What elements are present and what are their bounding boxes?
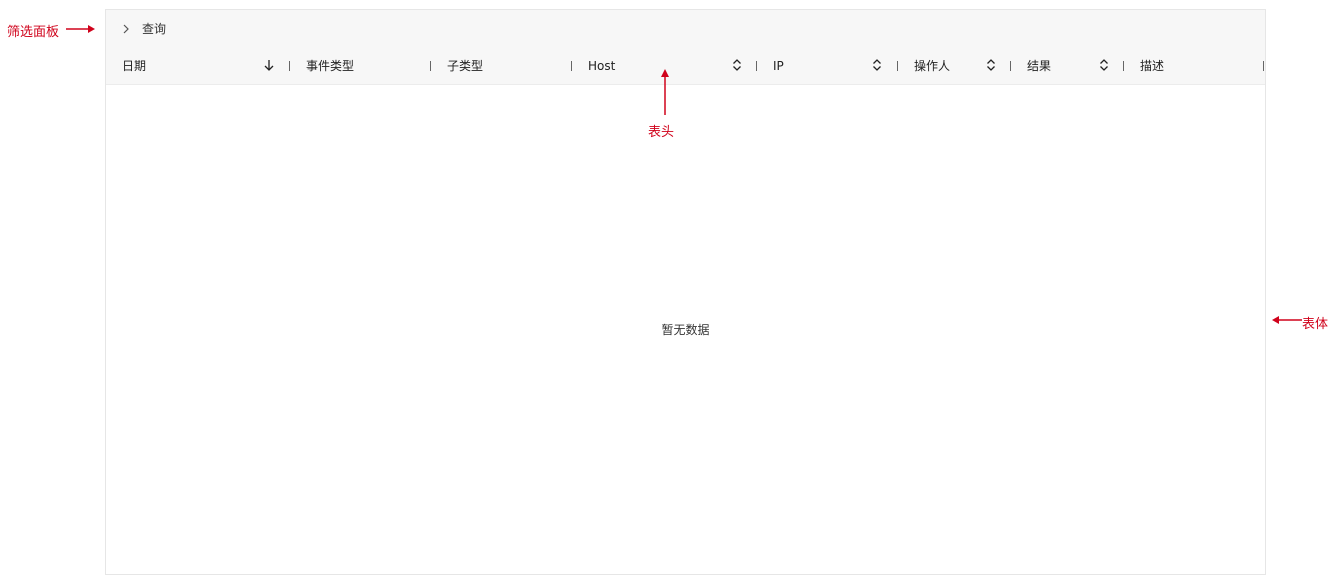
column-resize-handle[interactable] <box>571 61 572 71</box>
column-header-result[interactable]: 结果 <box>1027 47 1051 84</box>
column-header-host[interactable]: Host <box>588 47 615 84</box>
sort-descending-icon[interactable] <box>264 59 274 71</box>
column-header-ip[interactable]: IP <box>773 47 784 84</box>
column-resize-handle[interactable] <box>289 61 290 71</box>
annotation-header-label: 表头 <box>648 125 675 140</box>
column-label-description: 描述 <box>1140 59 1165 73</box>
table-header: 日期 事件类型 子类型 Host IP 操作人 结果 描述 <box>106 47 1265 85</box>
sort-toggle-icon[interactable] <box>732 59 742 71</box>
sort-toggle-icon[interactable] <box>986 59 996 71</box>
column-resize-handle[interactable] <box>430 61 431 71</box>
annotation-arrow-left-icon <box>1272 316 1302 324</box>
filter-panel-toggle[interactable]: 查询 <box>106 10 1265 48</box>
column-label-event-type: 事件类型 <box>306 59 355 73</box>
column-label-subtype: 子类型 <box>447 59 484 73</box>
sort-toggle-icon[interactable] <box>872 59 882 71</box>
column-header-operator[interactable]: 操作人 <box>914 47 950 84</box>
column-resize-handle[interactable] <box>1123 61 1124 71</box>
column-label-operator: 操作人 <box>914 59 951 73</box>
column-label-host: Host <box>588 58 616 73</box>
annotation-arrow-up-icon <box>661 69 669 115</box>
column-resize-handle[interactable] <box>1010 61 1011 71</box>
log-table-panel: 查询 日期 事件类型 子类型 Host IP 操作人 结果 描述 暂无数据 <box>105 9 1266 575</box>
column-header-subtype[interactable]: 子类型 <box>447 47 483 84</box>
filter-panel-label: 查询 <box>142 22 167 36</box>
column-label-ip: IP <box>773 58 784 73</box>
annotation-arrow-right-icon <box>66 25 95 33</box>
column-resize-handle[interactable] <box>756 61 757 71</box>
sort-toggle-icon[interactable] <box>1099 59 1109 71</box>
annotation-body-label: 表体 <box>1302 317 1329 332</box>
column-resize-handle[interactable] <box>897 61 898 71</box>
annotation-filter-panel-label: 筛选面板 <box>7 25 60 40</box>
column-label-result: 结果 <box>1027 59 1052 73</box>
column-header-description[interactable]: 描述 <box>1140 47 1164 84</box>
chevron-right-icon <box>123 24 129 33</box>
column-resize-handle[interactable] <box>1263 61 1264 71</box>
column-header-event-type[interactable]: 事件类型 <box>306 47 354 84</box>
column-header-date[interactable]: 日期 <box>122 47 146 84</box>
table-body: 暂无数据 <box>106 85 1265 574</box>
empty-state-text: 暂无数据 <box>661 323 710 337</box>
column-label-date: 日期 <box>122 59 147 73</box>
